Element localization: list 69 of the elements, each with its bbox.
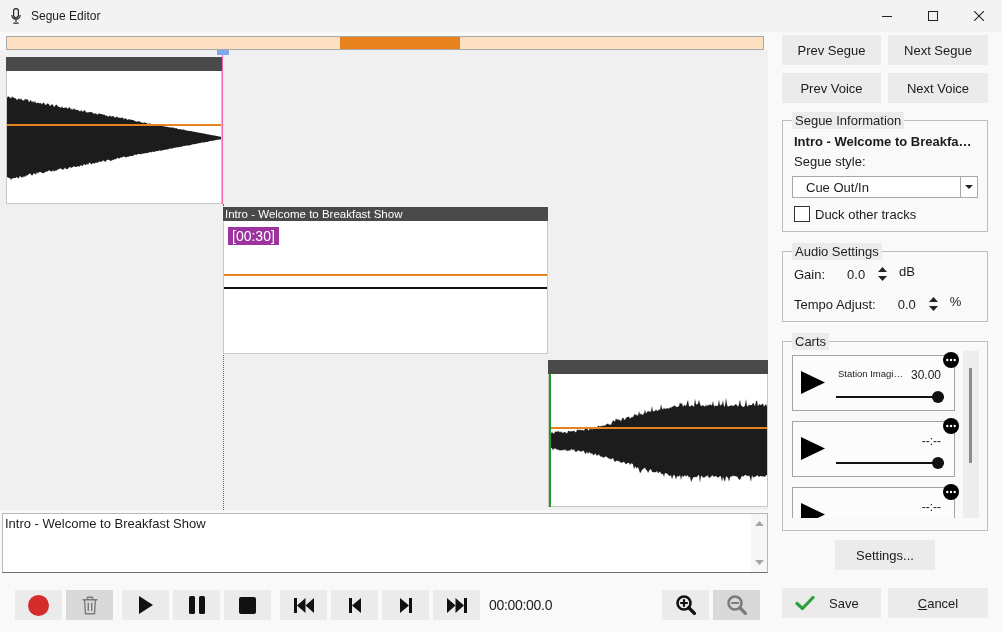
window-title: Segue Editor xyxy=(31,9,101,23)
spinner-arrows-icon[interactable] xyxy=(878,267,888,281)
save-button[interactable]: Save xyxy=(782,588,881,618)
more-icon[interactable] xyxy=(943,484,959,500)
skip-to-end-button[interactable] xyxy=(433,590,480,620)
zoom-in-button[interactable] xyxy=(662,590,709,620)
play-icon xyxy=(138,596,153,614)
duck-tracks-checkbox[interactable] xyxy=(794,206,810,222)
scrollbar[interactable] xyxy=(963,351,979,518)
caret-down-icon xyxy=(965,185,973,189)
playhead-handle[interactable] xyxy=(217,50,229,55)
slider-thumb[interactable] xyxy=(932,457,944,469)
cart-time: 30.00 xyxy=(910,368,941,382)
time-display: 00:00:00.0 xyxy=(489,597,553,613)
play-icon[interactable] xyxy=(801,371,825,394)
scrollbar-thumb[interactable] xyxy=(969,368,972,463)
record-button[interactable] xyxy=(15,590,62,620)
stop-icon xyxy=(239,596,256,614)
cart-title: Station Imagi… xyxy=(838,367,903,379)
clip-title: Intro - Welcome to Breakfast Show xyxy=(225,207,403,221)
nav-button[interactable]: Prev Segue xyxy=(782,35,881,65)
maximize-icon xyxy=(928,11,938,21)
cancel-button[interactable]: Cancel xyxy=(888,588,988,618)
previous-button[interactable] xyxy=(331,590,378,620)
play-icon[interactable] xyxy=(801,437,825,460)
skip-to-start-button[interactable] xyxy=(280,590,327,620)
cart-time: --:-- xyxy=(921,434,941,448)
skip-forward-icon xyxy=(446,597,467,613)
checkmark-icon xyxy=(795,595,815,611)
trash-icon xyxy=(81,595,98,615)
group-title: Carts xyxy=(792,333,830,350)
cart-time: --:-- xyxy=(921,500,941,514)
nav-button[interactable]: Prev Voice xyxy=(782,73,881,103)
step-forward-icon xyxy=(399,597,412,613)
more-icon[interactable] xyxy=(943,418,959,434)
pause-icon xyxy=(188,596,205,614)
next-button[interactable] xyxy=(382,590,429,620)
zoom-in-icon xyxy=(675,595,696,615)
stop-button[interactable] xyxy=(224,590,271,620)
zoom-out-icon xyxy=(726,595,747,615)
checkbox-label: Duck other tracks xyxy=(815,206,917,222)
skip-back-icon xyxy=(293,597,314,613)
segue-style-dropdown[interactable]: Cue Out/In xyxy=(792,176,978,198)
microphone-icon xyxy=(11,8,21,24)
number-field[interactable]: 0.0 xyxy=(847,266,878,282)
step-back-icon xyxy=(348,597,361,613)
nav-button[interactable]: Next Segue xyxy=(888,35,988,65)
field-label: Tempo Adjust: xyxy=(794,296,876,312)
number-field[interactable]: 0.0 xyxy=(897,296,928,312)
field-label: Segue style: xyxy=(794,154,867,170)
play-icon[interactable] xyxy=(801,503,825,518)
more-icon[interactable] xyxy=(943,352,959,368)
record-icon xyxy=(28,594,49,616)
unit-label: dB xyxy=(899,263,915,279)
spinner-arrows-icon[interactable] xyxy=(928,297,938,311)
unit-label: % xyxy=(949,293,962,309)
field-label: Gain: xyxy=(794,266,826,282)
play-button[interactable] xyxy=(122,590,169,620)
slider-thumb[interactable] xyxy=(932,391,944,403)
close-icon xyxy=(974,11,984,21)
audio-clip[interactable]: Intro - Welcome to Breakfast Show [00:30] xyxy=(223,207,548,354)
group-title: Segue Information xyxy=(792,112,905,129)
time-badge: [00:30] xyxy=(228,227,279,245)
pause-button[interactable] xyxy=(173,590,220,620)
segue-title: Intro - Welcome to Breakfa… xyxy=(794,134,973,150)
nav-button[interactable]: Next Voice xyxy=(888,73,988,103)
settings-button[interactable]: Settings... xyxy=(835,540,935,570)
minimize-icon xyxy=(882,15,892,17)
group-title: Audio Settings xyxy=(792,243,882,260)
